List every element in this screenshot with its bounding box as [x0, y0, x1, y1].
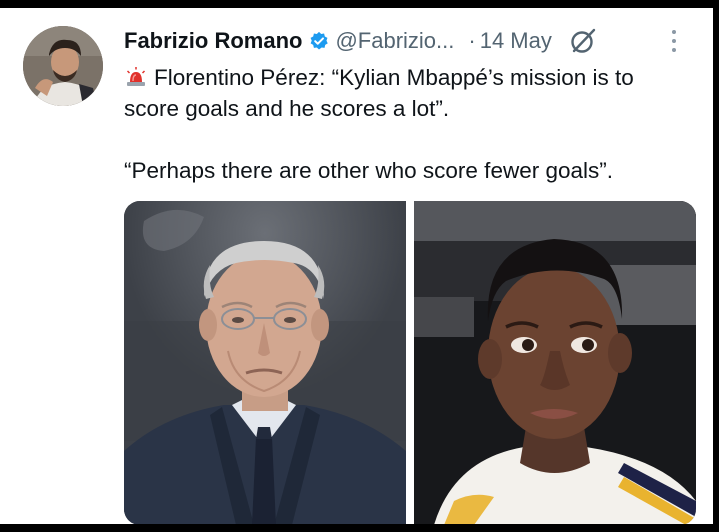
florentino-perez-photo	[124, 201, 406, 524]
tweet-text-line-2: “Perhaps there are other who score fewer…	[124, 158, 613, 183]
header-separator: ·	[468, 28, 476, 53]
author-name[interactable]: Fabrizio Romano	[124, 28, 302, 54]
tweet-body: Florentino Pérez: “Kylian Mbappé’s missi…	[124, 62, 694, 186]
rotating-light-emoji	[126, 67, 146, 86]
tweet-text-line-1: Florentino Pérez: “Kylian Mbappé’s missi…	[124, 65, 634, 121]
avatar-photo	[23, 26, 103, 106]
author-handle[interactable]: @Fabrizio...	[335, 28, 454, 54]
kylian-mbappe-photo	[414, 201, 696, 524]
tweet-card[interactable]: Fabrizio Romano @Fabrizio... · 14 May Fl…	[0, 8, 713, 524]
tweet-media[interactable]	[124, 201, 696, 524]
grok-icon[interactable]	[568, 26, 598, 56]
tweet-date[interactable]: 14 May	[480, 28, 552, 54]
more-options-icon[interactable]	[670, 30, 678, 58]
verified-badge-icon	[310, 31, 329, 50]
photo-kylian-mbappe[interactable]	[414, 201, 696, 524]
photo-florentino-perez[interactable]	[124, 201, 406, 524]
tweet-header: Fabrizio Romano @Fabrizio... · 14 May	[124, 24, 598, 58]
author-avatar[interactable]	[23, 26, 103, 106]
